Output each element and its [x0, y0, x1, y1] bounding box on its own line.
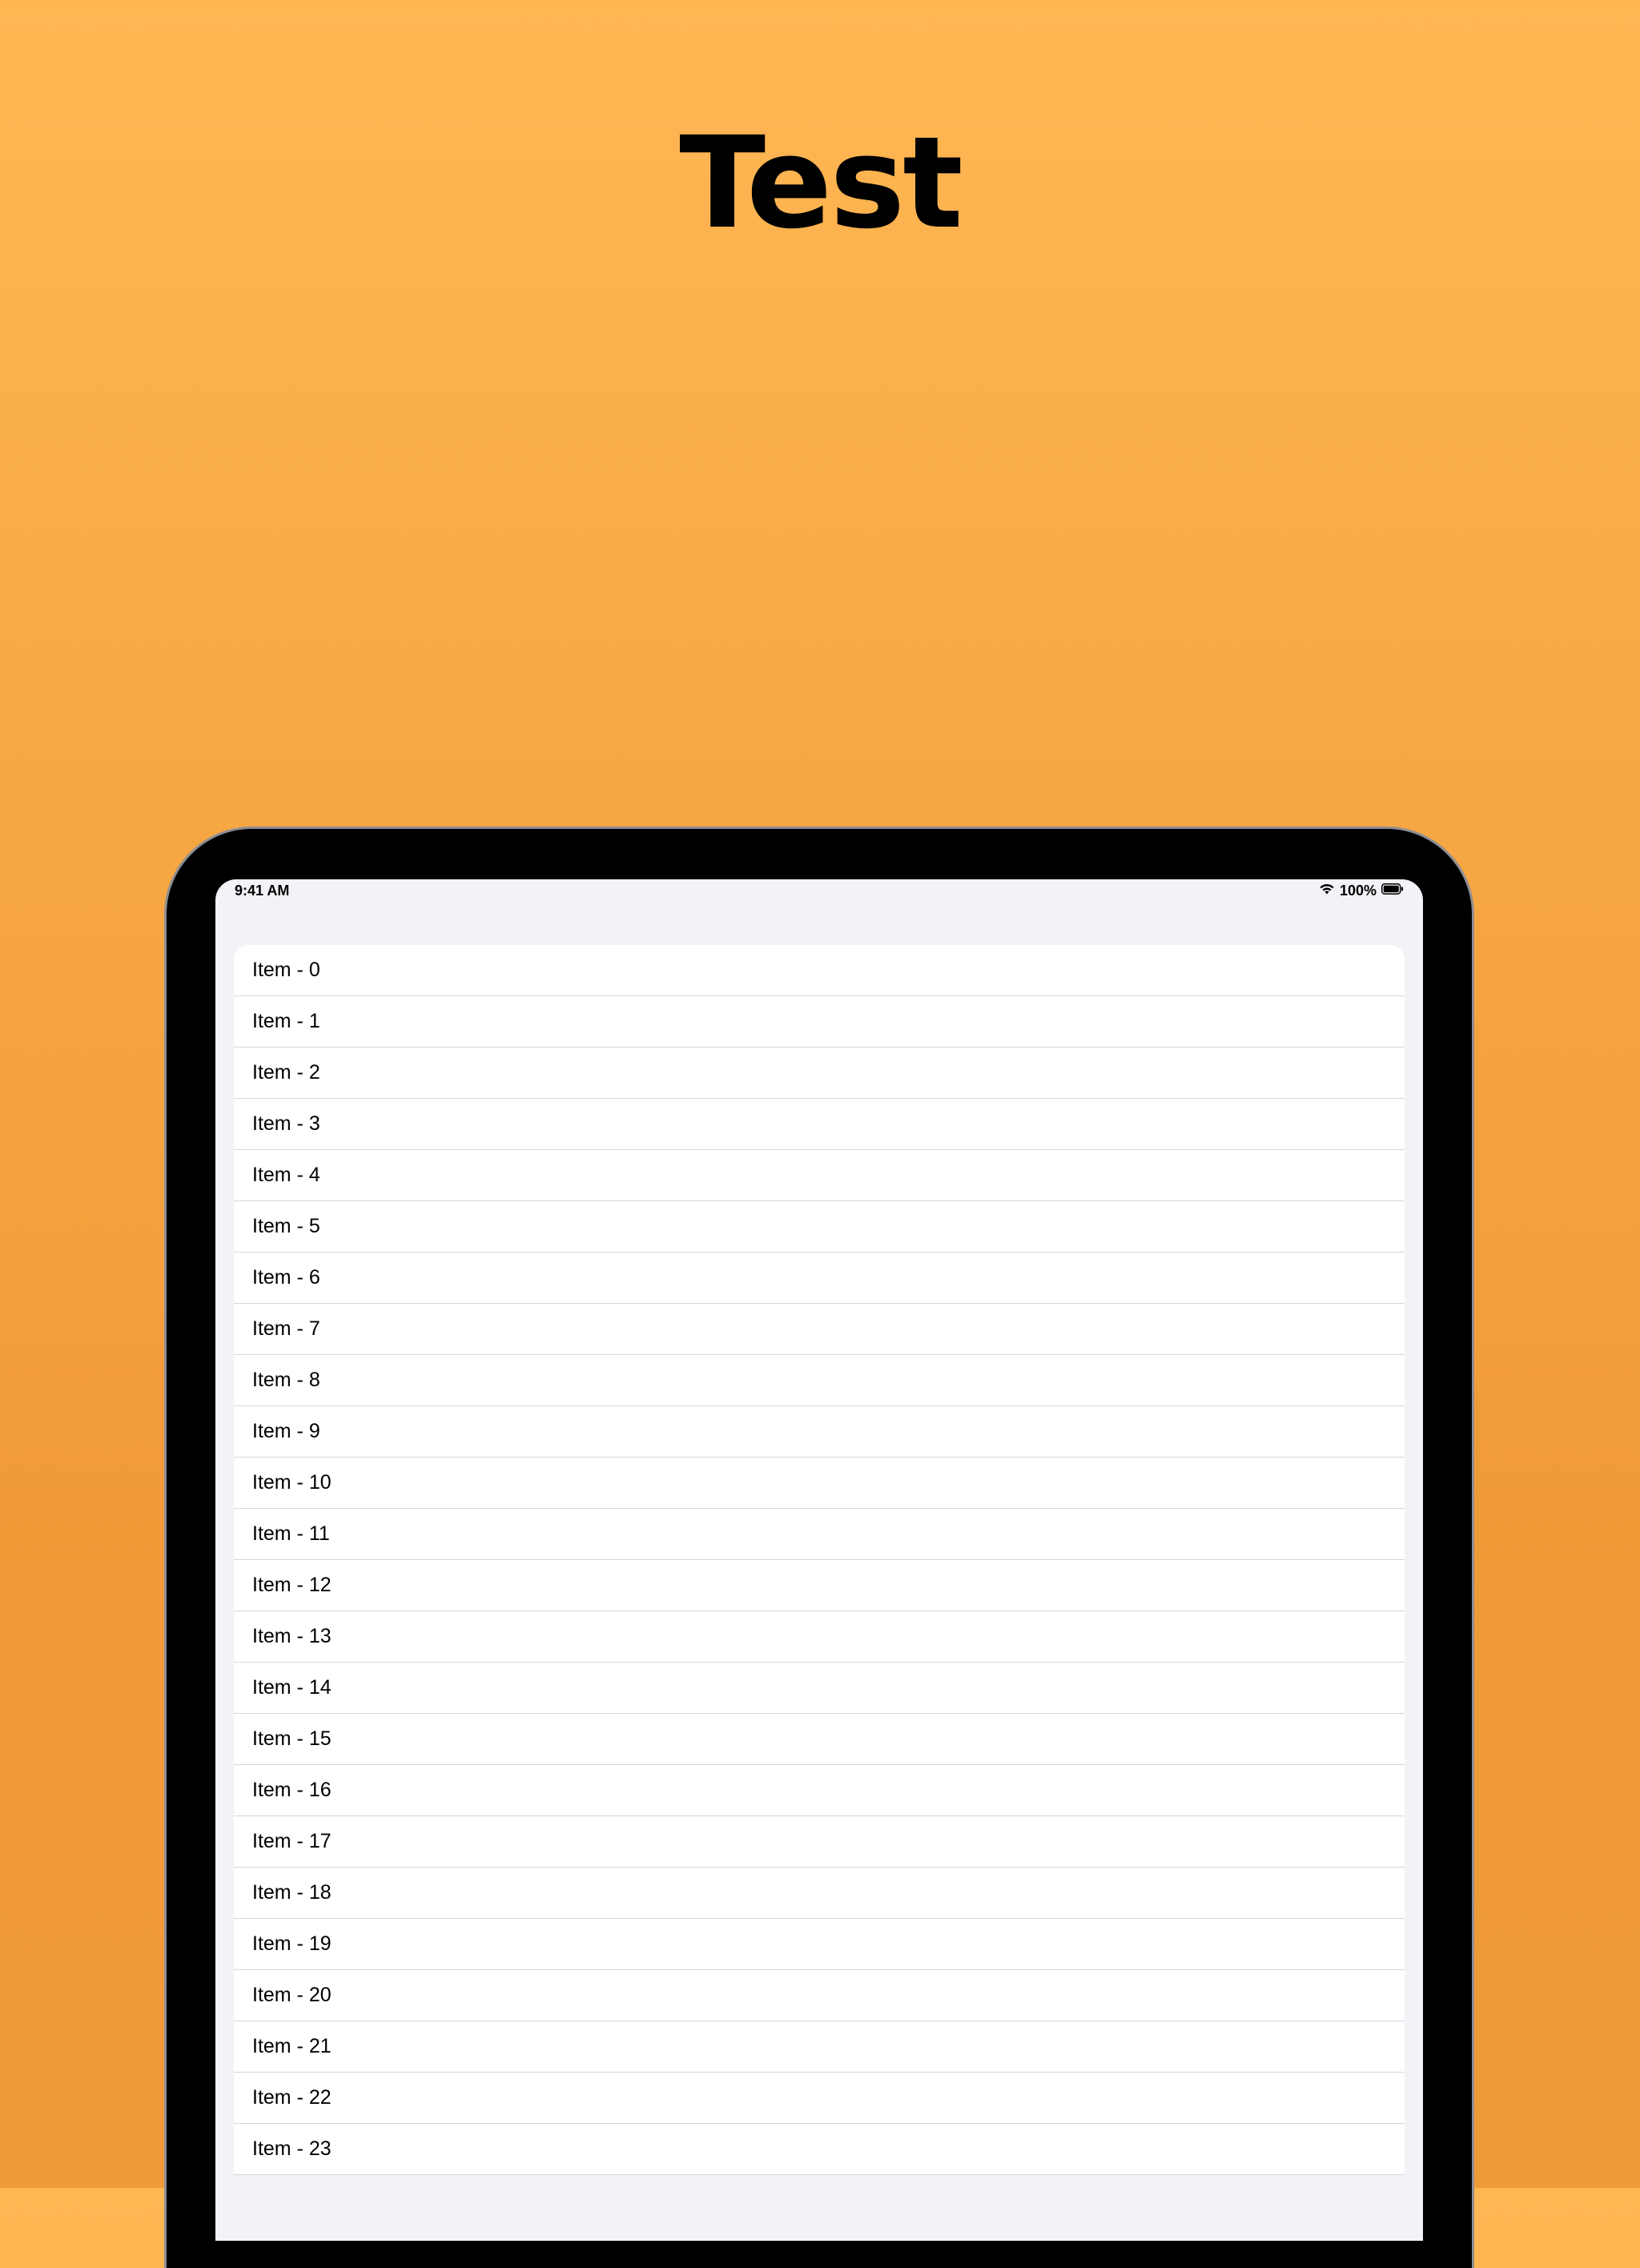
list-item-label: Item - 9 [252, 1420, 320, 1442]
list-item-label: Item - 0 [252, 959, 320, 981]
item-list: Item - 0 Item - 1 Item - 2 Item - 3 Item… [234, 945, 1405, 2175]
list-item-label: Item - 3 [252, 1112, 320, 1135]
list-item-label: Item - 11 [252, 1522, 330, 1545]
list-item[interactable]: Item - 7 [234, 1304, 1405, 1355]
list-item-label: Item - 13 [252, 1625, 332, 1647]
list-item[interactable]: Item - 17 [234, 1816, 1405, 1868]
status-bar: 9:41 AM 100% [215, 879, 1423, 902]
list-item[interactable]: Item - 6 [234, 1253, 1405, 1304]
list-item-label: Item - 15 [252, 1727, 332, 1750]
list-item-label: Item - 4 [252, 1164, 320, 1186]
list-item-label: Item - 10 [252, 1471, 332, 1494]
list-item[interactable]: Item - 8 [234, 1355, 1405, 1406]
list-item-label: Item - 1 [252, 1010, 320, 1032]
marketing-title: Test [679, 110, 963, 257]
list-item-label: Item - 18 [252, 1881, 332, 1904]
list-item[interactable]: Item - 9 [234, 1406, 1405, 1458]
list-item-label: Item - 22 [252, 2086, 332, 2109]
list-item-label: Item - 6 [252, 1266, 320, 1289]
list-item[interactable]: Item - 21 [234, 2021, 1405, 2073]
list-item[interactable]: Item - 22 [234, 2073, 1405, 2124]
list-item-label: Item - 20 [252, 1984, 332, 2006]
list-item[interactable]: Item - 2 [234, 1048, 1405, 1099]
list-item[interactable]: Item - 15 [234, 1714, 1405, 1765]
list-item[interactable]: Item - 5 [234, 1201, 1405, 1253]
battery-icon [1381, 883, 1404, 899]
list-item[interactable]: Item - 1 [234, 996, 1405, 1048]
list-item[interactable]: Item - 11 [234, 1509, 1405, 1560]
list-item-label: Item - 14 [252, 1676, 332, 1699]
list-item[interactable]: Item - 14 [234, 1663, 1405, 1714]
list-item[interactable]: Item - 13 [234, 1611, 1405, 1663]
list-item[interactable]: Item - 3 [234, 1099, 1405, 1150]
list-item[interactable]: Item - 16 [234, 1765, 1405, 1816]
list-item-label: Item - 17 [252, 1830, 332, 1852]
list-item-label: Item - 12 [252, 1574, 332, 1596]
list-item-label: Item - 19 [252, 1932, 332, 1955]
list-item[interactable]: Item - 20 [234, 1970, 1405, 2021]
list-item-label: Item - 16 [252, 1779, 332, 1801]
list-item-label: Item - 5 [252, 1215, 320, 1237]
status-time: 9:41 AM [235, 883, 290, 899]
list-item[interactable]: Item - 0 [234, 945, 1405, 996]
list-item-label: Item - 21 [252, 2035, 332, 2057]
device-screen: 9:41 AM 100% Item - 0 Item - 1 Item - 2 … [215, 879, 1423, 2241]
wifi-icon [1319, 883, 1335, 899]
list-item[interactable]: Item - 19 [234, 1919, 1405, 1970]
status-indicators: 100% [1319, 883, 1404, 899]
list-item-label: Item - 23 [252, 2137, 332, 2160]
list-item-label: Item - 2 [252, 1061, 320, 1084]
battery-percent: 100% [1339, 883, 1377, 899]
list-item[interactable]: Item - 12 [234, 1560, 1405, 1611]
list-item[interactable]: Item - 23 [234, 2124, 1405, 2175]
list-item-label: Item - 7 [252, 1317, 320, 1340]
list-item-label: Item - 8 [252, 1369, 320, 1391]
list-item[interactable]: Item - 10 [234, 1458, 1405, 1509]
list-item[interactable]: Item - 4 [234, 1150, 1405, 1201]
list-item[interactable]: Item - 18 [234, 1868, 1405, 1919]
